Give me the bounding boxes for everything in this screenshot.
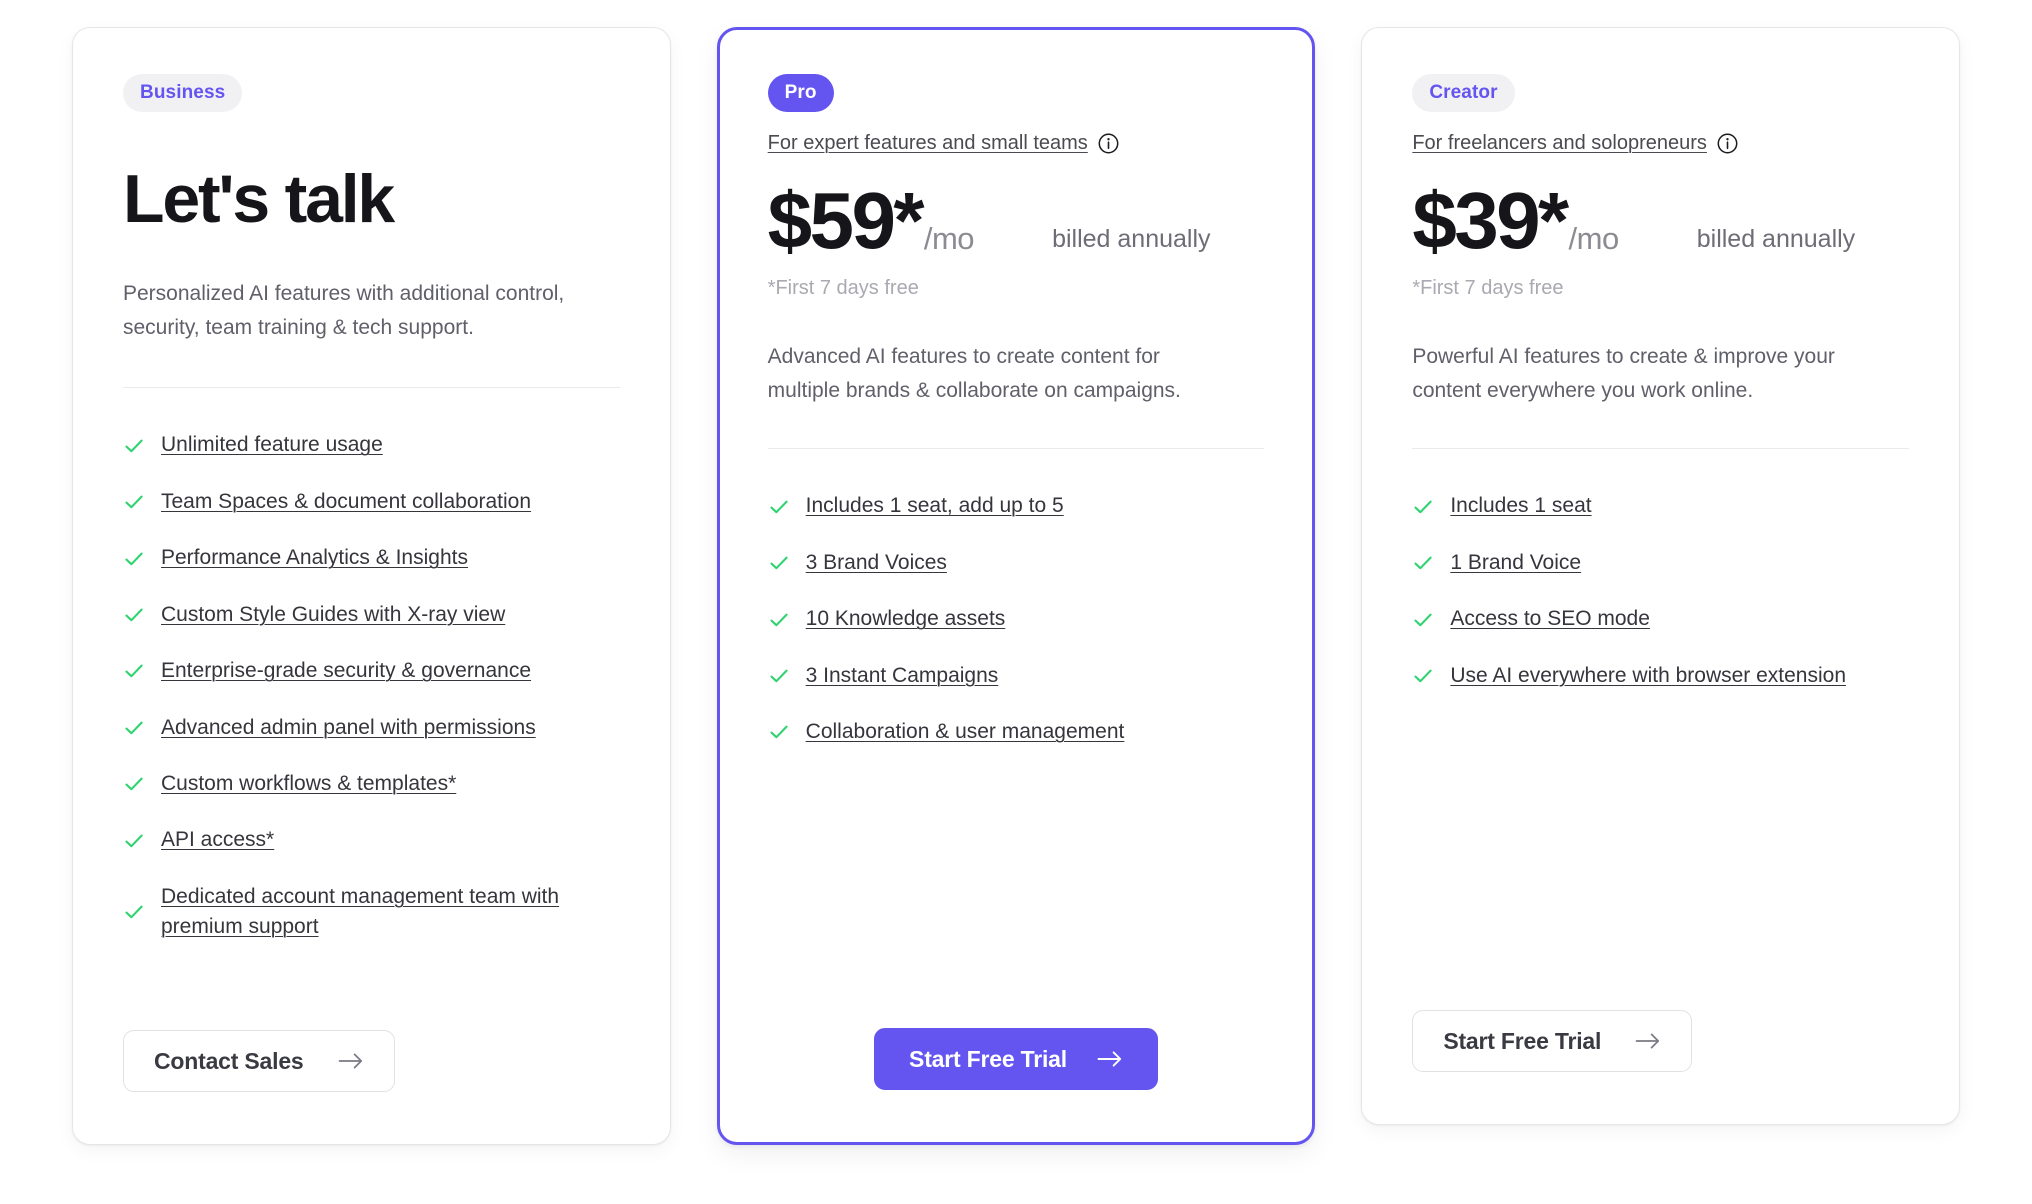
plan-card-creator: Creator For freelancers and solopreneurs… xyxy=(1361,27,1960,1125)
check-icon xyxy=(1412,665,1434,687)
feature-item[interactable]: Enterprise-grade security & governance xyxy=(123,656,620,686)
feature-label: Team Spaces & document collaboration xyxy=(161,489,532,513)
feature-label: Dedicated account management team with p… xyxy=(161,884,560,939)
feature-label: Collaboration & user management xyxy=(805,720,1125,744)
feature-item[interactable]: 3 Brand Voices xyxy=(768,548,1265,578)
start-free-trial-button-pro[interactable]: Start Free Trial xyxy=(874,1028,1158,1090)
plan-badge-creator: Creator xyxy=(1412,74,1515,112)
feature-list-creator: Includes 1 seat 1 Brand Voice Access to … xyxy=(1362,449,1959,1010)
check-icon xyxy=(768,721,790,743)
feature-item[interactable]: Access to SEO mode xyxy=(1412,604,1909,634)
price-note-creator: *First 7 days free xyxy=(1412,277,1564,300)
cta-zone-creator: Start Free Trial xyxy=(1362,1010,1959,1124)
price-amount-creator: $39* xyxy=(1412,176,1569,265)
feature-item[interactable]: Dedicated account management team with p… xyxy=(123,882,620,943)
cta-zone-pro: Start Free Trial xyxy=(720,1028,1313,1142)
plan-header-business: Business Let's talk Personalized AI feat… xyxy=(73,28,670,389)
start-free-trial-button-label: Start Free Trial xyxy=(1443,1027,1602,1054)
price-note-pro: *First 7 days free xyxy=(767,277,919,300)
plan-header-creator: Creator For freelancers and solopreneurs… xyxy=(1362,28,1959,450)
feature-label: API access* xyxy=(161,828,275,852)
plan-badge-pro: Pro xyxy=(767,74,834,112)
check-icon xyxy=(1412,496,1434,518)
plan-card-business: Business Let's talk Personalized AI feat… xyxy=(72,27,671,1145)
feature-item[interactable]: Custom Style Guides with X-ray view xyxy=(123,600,620,630)
info-icon[interactable] xyxy=(1098,133,1119,154)
feature-label: Custom Style Guides with X-ray view xyxy=(161,602,506,626)
feature-list-business: Unlimited feature usage Team Spaces & do… xyxy=(73,388,670,1030)
check-icon xyxy=(123,773,145,795)
plan-headline-business: Let's talk xyxy=(123,161,395,237)
check-icon xyxy=(123,491,145,513)
check-icon xyxy=(123,435,145,457)
feature-label: Use AI everywhere with browser extension xyxy=(1450,663,1847,687)
check-icon xyxy=(123,548,145,570)
check-icon xyxy=(768,609,790,631)
check-icon xyxy=(768,552,790,574)
feature-label: 10 Knowledge assets xyxy=(805,607,1006,631)
feature-label: Includes 1 seat, add up to 5 xyxy=(805,494,1064,518)
plan-card-pro: Pro For expert features and small teams … xyxy=(716,27,1316,1145)
feature-label: Performance Analytics & Insights xyxy=(161,546,468,570)
pricing-plans-container: Business Let's talk Personalized AI feat… xyxy=(0,0,2032,1204)
check-icon xyxy=(123,830,145,852)
start-free-trial-button-creator[interactable]: Start Free Trial xyxy=(1412,1010,1693,1072)
check-icon xyxy=(123,604,145,626)
price-row-creator: $39* /mo billed annually xyxy=(1412,176,1909,265)
check-icon xyxy=(1412,552,1434,574)
plan-description-business: Personalized AI features with additional… xyxy=(123,282,565,340)
feature-item[interactable]: 3 Instant Campaigns xyxy=(768,661,1265,691)
check-icon xyxy=(123,901,145,923)
feature-item[interactable]: Includes 1 seat, add up to 5 xyxy=(768,491,1265,521)
feature-label: Advanced admin panel with permissions xyxy=(161,715,536,739)
check-icon xyxy=(123,660,145,682)
price-amount-pro: $59* xyxy=(767,176,925,265)
feature-item[interactable]: Collaboration & user management xyxy=(768,717,1265,747)
plan-header-pro: Pro For expert features and small teams … xyxy=(720,30,1313,450)
feature-item[interactable]: API access* xyxy=(123,825,620,855)
feature-label: Access to SEO mode xyxy=(1450,607,1650,631)
plan-tagline-row-creator: For freelancers and solopreneurs xyxy=(1412,130,1909,156)
feature-label: 1 Brand Voice xyxy=(1450,550,1582,574)
feature-label: Includes 1 seat xyxy=(1450,494,1592,518)
feature-item[interactable]: Advanced admin panel with permissions xyxy=(123,713,620,743)
feature-label: Custom workflows & templates* xyxy=(161,772,457,796)
feature-item[interactable]: Unlimited feature usage xyxy=(123,430,620,460)
price-period-pro: /mo xyxy=(923,221,975,257)
feature-item[interactable]: Custom workflows & templates* xyxy=(123,769,620,799)
plan-tagline-pro[interactable]: For expert features and small teams xyxy=(768,130,1088,156)
feature-item[interactable]: 10 Knowledge assets xyxy=(768,604,1265,634)
check-icon xyxy=(768,496,790,518)
contact-sales-button[interactable]: Contact Sales xyxy=(123,1030,395,1092)
price-row-pro: $59* /mo billed annually xyxy=(767,176,1265,265)
plan-description-pro: Advanced AI features to create content f… xyxy=(767,345,1181,403)
arrow-right-icon xyxy=(1635,1032,1661,1050)
feature-item[interactable]: Use AI everywhere with browser extension xyxy=(1412,661,1909,691)
feature-label: 3 Instant Campaigns xyxy=(805,663,999,687)
check-icon xyxy=(768,665,790,687)
contact-sales-button-label: Contact Sales xyxy=(154,1047,304,1074)
feature-label: Enterprise-grade security & governance xyxy=(161,659,532,683)
feature-label: Unlimited feature usage xyxy=(161,433,383,457)
plan-badge-business: Business xyxy=(123,74,243,112)
feature-item[interactable]: Performance Analytics & Insights xyxy=(123,543,620,573)
price-billing-pro: billed annually xyxy=(1052,225,1211,254)
check-icon xyxy=(1412,609,1434,631)
check-icon xyxy=(123,717,145,739)
arrow-right-icon xyxy=(338,1052,364,1070)
plan-tagline-creator[interactable]: For freelancers and solopreneurs xyxy=(1412,130,1707,156)
plan-description-creator: Powerful AI features to create & improve… xyxy=(1412,345,1835,403)
start-free-trial-button-label: Start Free Trial xyxy=(909,1045,1067,1072)
plan-tagline-row-pro: For expert features and small teams xyxy=(768,130,1265,156)
info-icon[interactable] xyxy=(1717,133,1738,154)
price-billing-creator: billed annually xyxy=(1696,225,1856,254)
feature-item[interactable]: Team Spaces & document collaboration xyxy=(123,487,620,517)
cta-zone-business: Contact Sales xyxy=(73,1030,670,1144)
feature-list-pro: Includes 1 seat, add up to 5 3 Brand Voi… xyxy=(720,449,1313,1028)
arrow-right-icon xyxy=(1097,1050,1123,1068)
feature-label: 3 Brand Voices xyxy=(805,550,947,574)
price-period-creator: /mo xyxy=(1568,221,1620,257)
feature-item[interactable]: Includes 1 seat xyxy=(1412,491,1909,521)
feature-item[interactable]: 1 Brand Voice xyxy=(1412,548,1909,578)
